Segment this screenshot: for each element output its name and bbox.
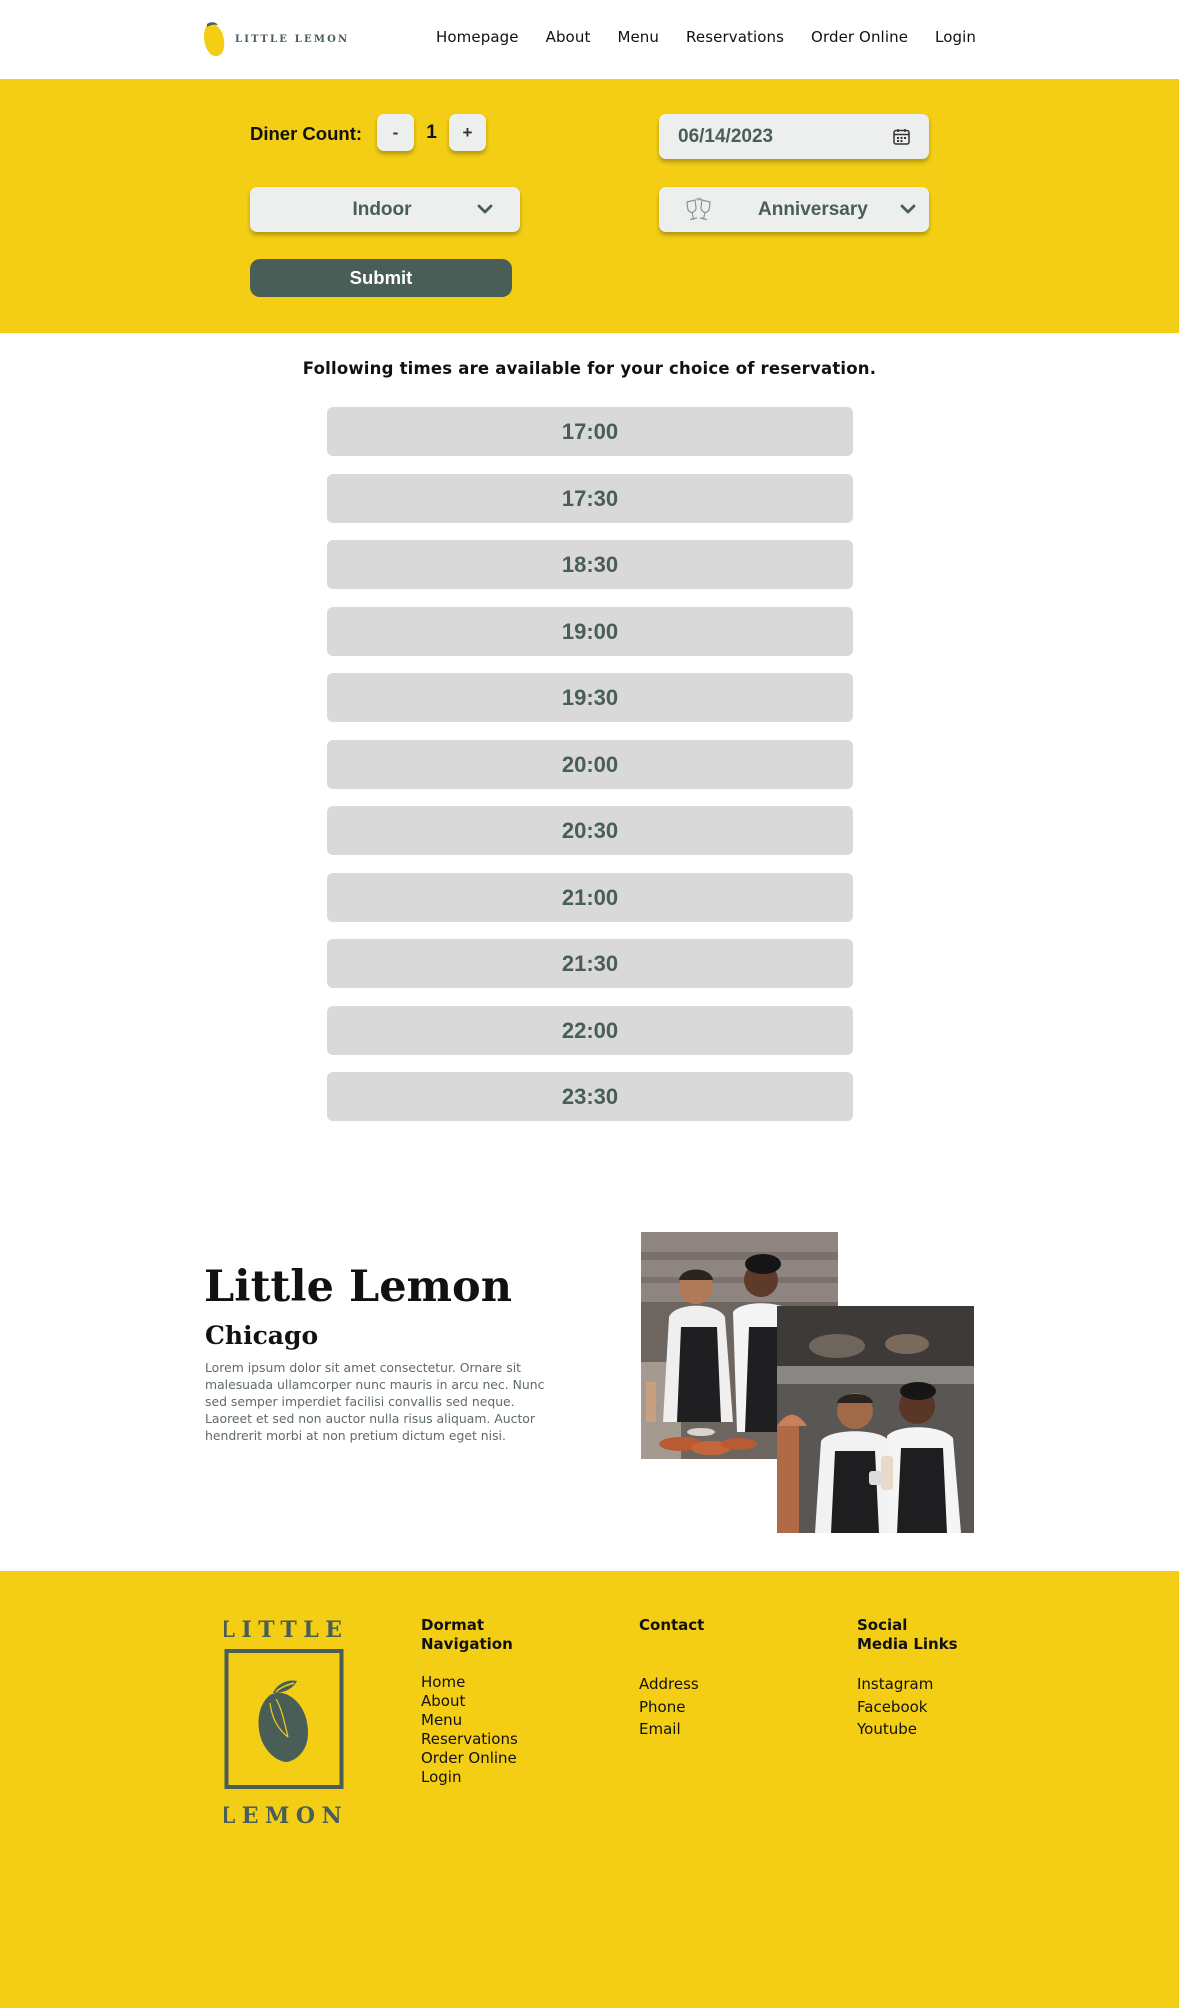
nav-login[interactable]: Login [935, 28, 976, 46]
header-logo-text: LITTLE LEMON [235, 33, 350, 45]
footer-nav-column: Dormat Navigation Home About Menu Reserv… [421, 1616, 518, 1787]
nav-about[interactable]: About [546, 28, 591, 46]
time-slot-button[interactable]: 21:30 [327, 939, 853, 988]
diner-count-value: 1 [426, 122, 437, 143]
site-header: LITTLE LEMON Homepage About Menu Reserva… [0, 0, 1179, 79]
seating-value: Indoor [352, 199, 412, 220]
nav-menu[interactable]: Menu [617, 28, 659, 46]
footer-contact-column: Contact Address Phone Email [639, 1616, 704, 1741]
footer-nav-heading-line2: Navigation [421, 1635, 513, 1653]
time-slot-list: 17:00 17:30 18:30 19:00 19:30 20:00 20:3… [327, 407, 853, 1139]
footer-social-heading: Social Media Links [857, 1616, 958, 1654]
occasion-select[interactable]: Anniversary [659, 187, 929, 232]
time-slot-button[interactable]: 19:30 [327, 673, 853, 722]
seating-select[interactable]: Indoor [250, 187, 520, 232]
footer-logo-top-text: LITTLE [224, 1617, 344, 1643]
nav-homepage[interactable]: Homepage [436, 28, 519, 46]
footer-link-home[interactable]: Home [421, 1673, 518, 1692]
footer-social-column: Social Media Links Instagram Facebook Yo… [857, 1616, 958, 1741]
chevron-down-icon [900, 204, 916, 214]
footer-link-menu[interactable]: Menu [421, 1711, 518, 1730]
footer-link-order-online[interactable]: Order Online [421, 1749, 518, 1768]
diner-increment-button[interactable]: + [449, 114, 486, 151]
footer-link-youtube[interactable]: Youtube [857, 1718, 958, 1741]
time-slot-button[interactable]: 20:30 [327, 806, 853, 855]
about-subtitle: Chicago [205, 1321, 319, 1350]
time-slot-button[interactable]: 18:30 [327, 540, 853, 589]
footer-nav-heading: Dormat Navigation [421, 1616, 518, 1654]
footer-logo[interactable]: LITTLE LEMON [224, 1611, 344, 1827]
footer-link-email[interactable]: Email [639, 1718, 704, 1741]
footer-link-facebook[interactable]: Facebook [857, 1696, 958, 1719]
chefs-smiling-photo [777, 1306, 974, 1533]
site-footer [0, 1571, 1179, 2008]
about-title: Little Lemon [204, 1262, 512, 1312]
time-slot-button[interactable]: 23:30 [327, 1072, 853, 1121]
time-slot-button[interactable]: 22:00 [327, 1005, 853, 1055]
lemon-icon [258, 1680, 308, 1762]
champagne-glasses-icon [686, 197, 711, 221]
footer-link-address[interactable]: Address [639, 1673, 704, 1696]
time-slot-button[interactable]: 19:00 [327, 606, 853, 656]
header-logo[interactable]: LITTLE LEMON [202, 20, 349, 58]
time-slot-button[interactable]: 21:00 [327, 872, 853, 922]
footer-contact-heading: Contact [639, 1616, 705, 1634]
time-slot-button[interactable]: 17:00 [327, 407, 853, 456]
footer-social-heading-line1: Social [857, 1616, 908, 1634]
footer-link-phone[interactable]: Phone [639, 1696, 704, 1719]
diner-count-label: Diner Count: [250, 123, 363, 144]
reservation-form-band [0, 79, 1179, 333]
footer-nav-heading-line1: Dormat [421, 1616, 485, 1634]
footer-link-reservations[interactable]: Reservations [421, 1730, 518, 1749]
diner-decrement-button[interactable]: - [377, 114, 414, 151]
lemon-icon [204, 22, 225, 57]
occasion-value: Anniversary [758, 199, 868, 220]
nav-reservations[interactable]: Reservations [686, 28, 784, 46]
footer-link-login[interactable]: Login [421, 1768, 518, 1787]
chevron-down-icon [477, 204, 493, 214]
footer-link-about[interactable]: About [421, 1692, 518, 1711]
main-nav: Homepage About Menu Reservations Order O… [436, 28, 976, 46]
footer-link-instagram[interactable]: Instagram [857, 1673, 958, 1696]
times-heading: Following times are available for your c… [302, 359, 877, 378]
date-value: 06/14/2023 [678, 126, 774, 147]
time-slot-button[interactable]: 20:00 [327, 739, 853, 789]
submit-button[interactable]: Submit [250, 259, 512, 297]
calendar-icon[interactable] [893, 128, 910, 145]
time-slot-button[interactable]: 17:30 [327, 473, 853, 523]
date-picker[interactable]: 06/14/2023 [659, 114, 929, 159]
about-description: Lorem ipsum dolor sit amet consectetur. … [205, 1360, 545, 1444]
nav-order-online[interactable]: Order Online [811, 28, 908, 46]
footer-social-heading-line2: Media Links [857, 1635, 958, 1653]
footer-logo-bottom-text: LEMON [224, 1803, 344, 1827]
